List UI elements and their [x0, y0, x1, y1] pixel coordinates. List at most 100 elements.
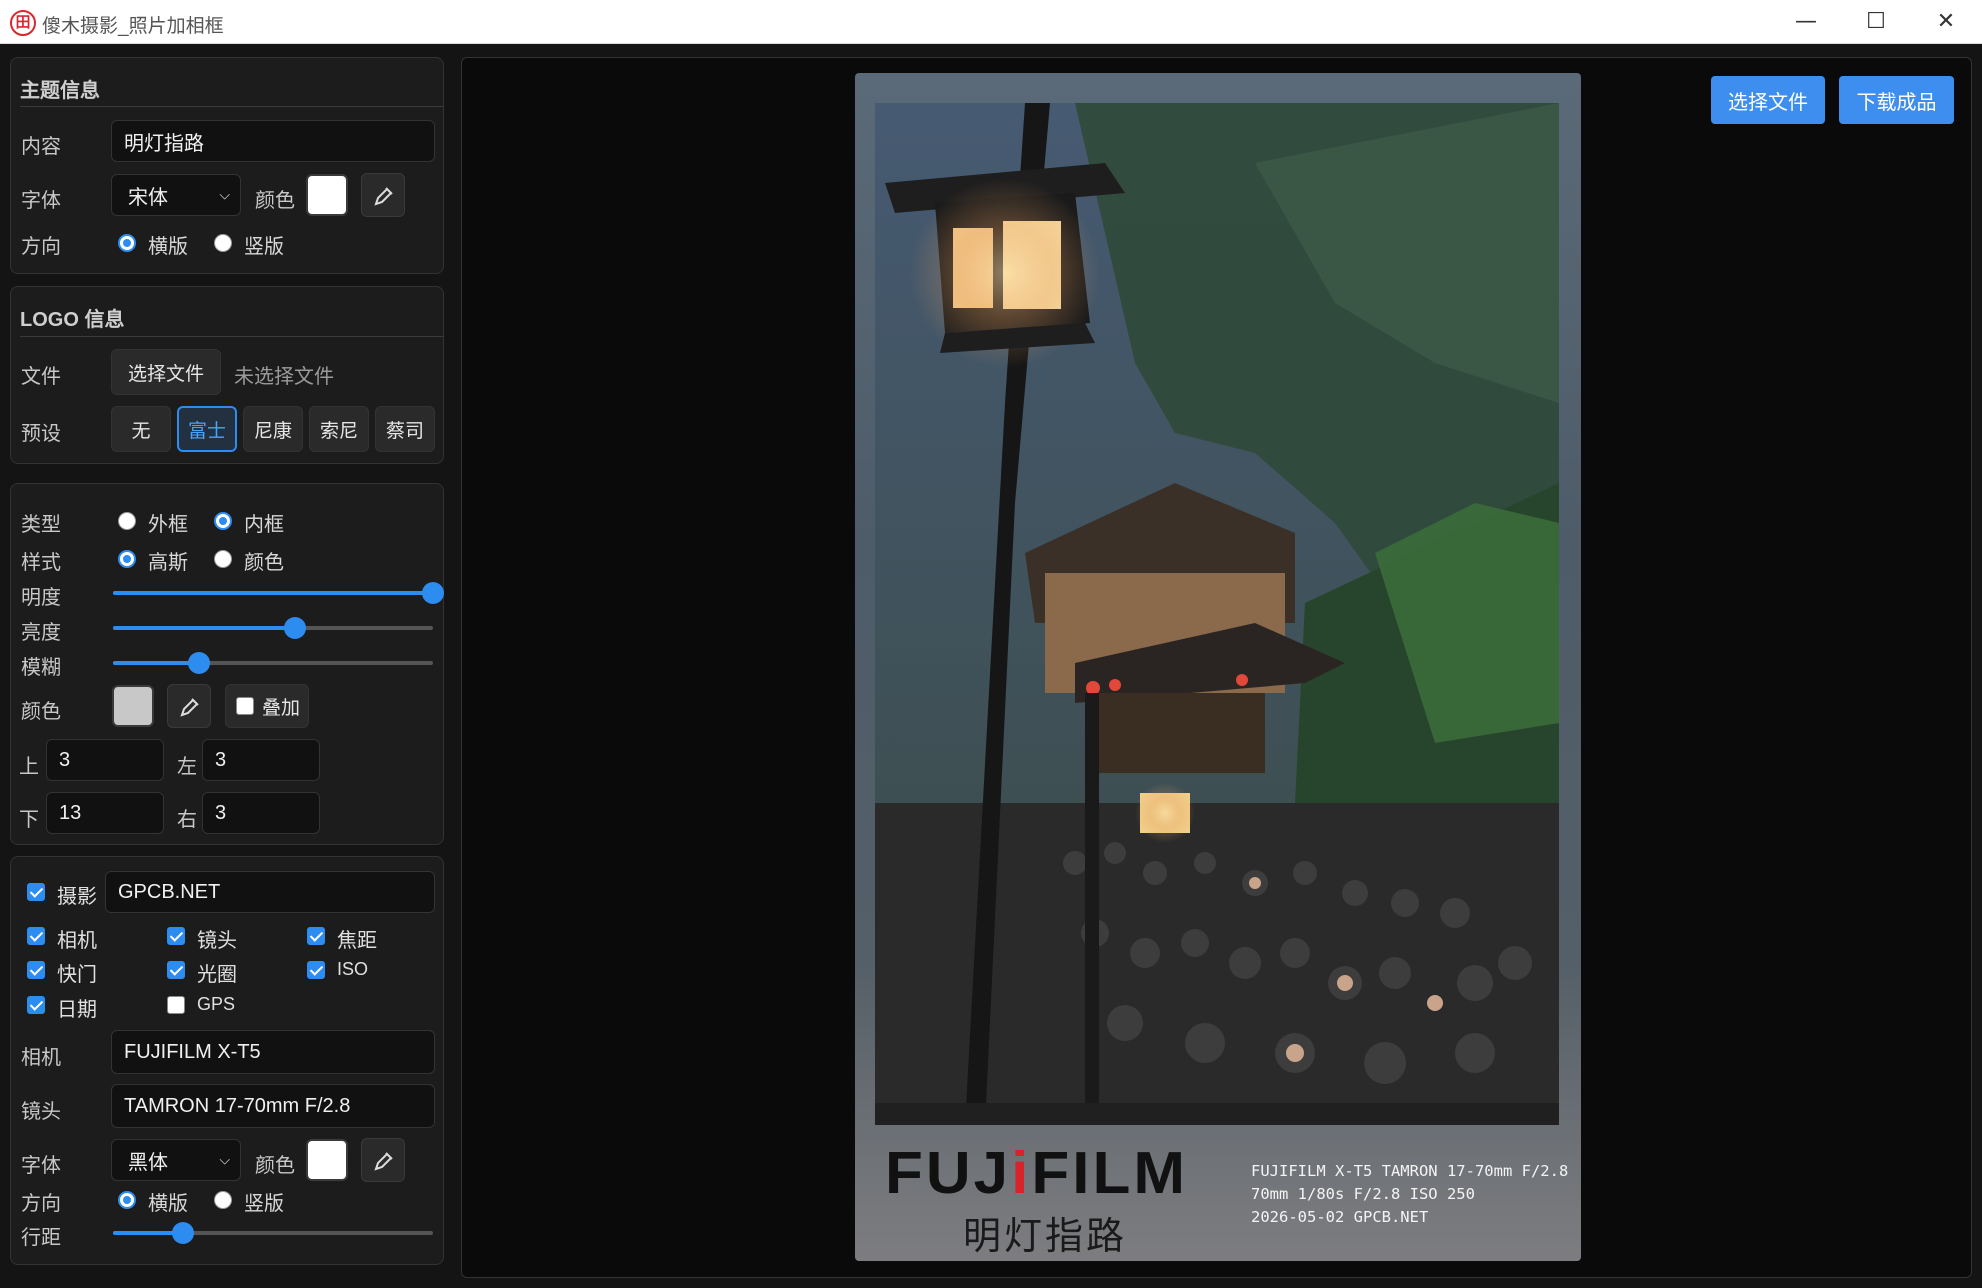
focal-toggle-label: 焦距 — [337, 930, 377, 952]
brightness-slider[interactable] — [113, 616, 433, 640]
inner-frame-radio[interactable] — [214, 512, 232, 530]
color-style-radio[interactable] — [214, 550, 232, 568]
lens-label: 镜头 — [21, 1101, 61, 1123]
logo-section-title: LOGO 信息 — [20, 309, 125, 331]
exif-line-2: 70mm 1/80s F/2.8 ISO 250 — [1251, 1185, 1475, 1203]
inner-frame-label: 内框 — [244, 514, 284, 536]
preset-nikon-button[interactable]: 尼康 — [243, 406, 303, 452]
slider-thumb[interactable] — [172, 1222, 195, 1244]
right-margin-label: 右 — [177, 809, 197, 831]
aperture-checkbox[interactable] — [167, 961, 185, 979]
content-input[interactable]: 明灯指路 — [111, 120, 435, 162]
lightness-label: 明度 — [21, 587, 61, 609]
camera-input[interactable]: FUJIFILM X-T5 — [111, 1030, 435, 1074]
bottom-margin-input[interactable]: 13 — [46, 792, 164, 834]
logo-info-panel: LOGO 信息 文件 选择文件 未选择文件 预设 无 富士 尼康 索尼 蔡司 — [10, 286, 444, 464]
line-spacing-slider[interactable] — [113, 1221, 433, 1245]
minimize-button[interactable]: — — [1772, 0, 1840, 44]
top-margin-label: 上 — [19, 756, 39, 778]
preset-zeiss-button[interactable]: 蔡司 — [375, 406, 435, 452]
lens-toggle-label: 镜头 — [197, 930, 237, 952]
slider-thumb[interactable] — [284, 617, 307, 639]
preset-sony-button[interactable]: 索尼 — [309, 406, 369, 452]
exif-horizontal-label: 横版 — [148, 1193, 188, 1215]
iso-toggle-label: ISO — [337, 959, 369, 979]
direction-label: 方向 — [21, 236, 61, 258]
download-button[interactable]: 下载成品 — [1839, 76, 1954, 124]
divider — [20, 106, 444, 107]
eyedropper-button[interactable] — [361, 173, 405, 217]
horizontal-radio[interactable] — [118, 234, 136, 252]
theme-color-swatch[interactable] — [306, 174, 348, 216]
eyedropper-icon — [180, 698, 199, 717]
shutter-toggle-label: 快门 — [57, 964, 97, 986]
exif-color-swatch[interactable] — [306, 1139, 348, 1181]
left-margin-input[interactable]: 3 — [202, 739, 320, 781]
preset-none-button[interactable]: 无 — [111, 406, 171, 452]
color-label: 颜色 — [255, 190, 295, 212]
frame-eyedropper-button[interactable] — [167, 684, 211, 728]
outer-frame-label: 外框 — [148, 514, 188, 536]
logo-text-i: i — [1011, 1140, 1032, 1207]
lens-input[interactable]: TAMRON 17-70mm F/2.8 — [111, 1084, 435, 1128]
lens-checkbox[interactable] — [167, 927, 185, 945]
overlay-toggle[interactable]: 叠加 — [225, 684, 309, 728]
photo-image — [875, 103, 1559, 1125]
theme-section-title: 主题信息 — [20, 80, 100, 102]
iso-checkbox[interactable] — [307, 961, 325, 979]
close-button[interactable]: ✕ — [1912, 0, 1980, 44]
horizontal-label: 横版 — [148, 236, 188, 258]
maximize-button[interactable]: ☐ — [1842, 0, 1910, 44]
slider-fill — [113, 626, 296, 630]
overlay-checkbox[interactable] — [236, 697, 254, 715]
slider-thumb[interactable] — [422, 582, 444, 604]
right-margin-input[interactable]: 3 — [202, 792, 320, 834]
camera-label: 相机 — [21, 1047, 61, 1069]
photographer-checkbox[interactable] — [27, 883, 45, 901]
date-checkbox[interactable] — [27, 996, 45, 1014]
vertical-label: 竖版 — [244, 236, 284, 258]
slider-fill — [113, 661, 200, 665]
lightness-slider[interactable] — [113, 581, 444, 605]
blur-slider[interactable] — [113, 651, 433, 675]
aperture-toggle-label: 光圈 — [197, 964, 237, 986]
photo-title-text: 明灯指路 — [963, 1214, 1128, 1258]
exif-vertical-radio[interactable] — [214, 1191, 232, 1209]
font-select[interactable]: 宋体 ⌵ — [111, 174, 241, 216]
scene-image — [875, 103, 1559, 1125]
focal-checkbox[interactable] — [307, 927, 325, 945]
gauss-style-radio[interactable] — [118, 550, 136, 568]
preset-label: 预设 — [21, 423, 61, 445]
style-label: 样式 — [21, 552, 61, 574]
outer-frame-radio[interactable] — [118, 512, 136, 530]
photographer-input[interactable]: GPCB.NET — [105, 871, 435, 913]
photographer-label: 摄影 — [57, 886, 97, 908]
slider-thumb[interactable] — [188, 652, 211, 674]
frame-color-label: 颜色 — [21, 701, 61, 723]
brightness-label: 亮度 — [21, 622, 61, 644]
frame-color-swatch[interactable] — [112, 685, 154, 727]
gauss-style-label: 高斯 — [148, 552, 188, 574]
exif-eyedropper-button[interactable] — [361, 1138, 405, 1182]
date-toggle-label: 日期 — [57, 999, 97, 1021]
fujifilm-logo: FUJiFILM — [885, 1140, 1188, 1207]
logo-text-film: FILM — [1031, 1140, 1188, 1207]
choose-file-button[interactable]: 选择文件 — [1711, 76, 1825, 124]
choose-logo-file-button[interactable]: 选择文件 — [111, 349, 221, 395]
vertical-radio[interactable] — [214, 234, 232, 252]
top-margin-input[interactable]: 3 — [46, 739, 164, 781]
shutter-checkbox[interactable] — [27, 961, 45, 979]
exif-font-select[interactable]: 黑体 ⌵ — [111, 1139, 241, 1181]
bottom-margin-label: 下 — [19, 809, 39, 831]
frame-settings-panel: 类型 外框 内框 样式 高斯 颜色 明度 亮度 模糊 颜色 叠加 上 3 左 3… — [10, 483, 444, 845]
eyedropper-icon — [374, 1152, 393, 1171]
exif-vertical-label: 竖版 — [244, 1193, 284, 1215]
camera-checkbox[interactable] — [27, 927, 45, 945]
chevron-down-icon: ⌵ — [219, 1151, 230, 1168]
gps-checkbox[interactable] — [167, 996, 185, 1014]
preset-fuji-button[interactable]: 富士 — [177, 406, 237, 452]
chevron-down-icon: ⌵ — [219, 186, 230, 203]
camera-toggle-label: 相机 — [57, 930, 97, 952]
content-label: 内容 — [21, 136, 61, 158]
exif-horizontal-radio[interactable] — [118, 1191, 136, 1209]
